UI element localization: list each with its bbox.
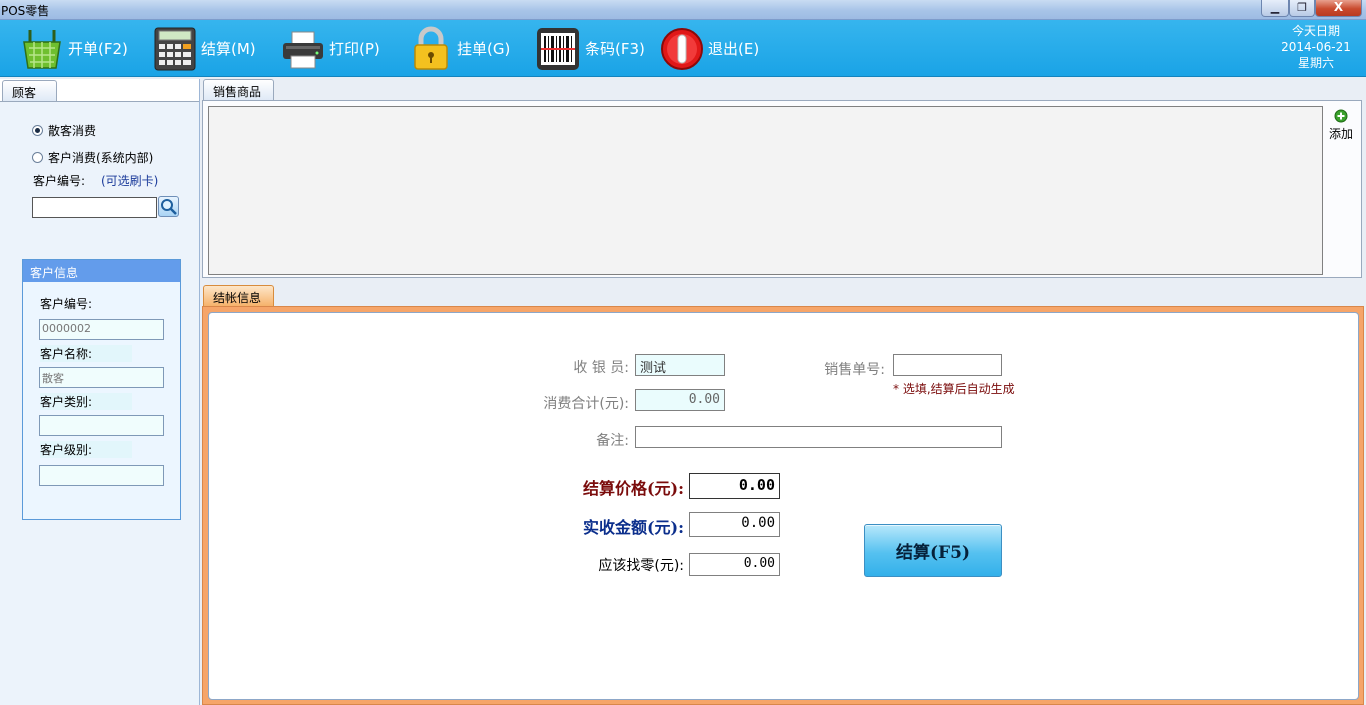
radio-member[interactable]: 客户消费(系统内部) bbox=[32, 149, 153, 166]
info-name-field[interactable]: 散客 bbox=[39, 367, 164, 388]
print-button[interactable]: 打印(P) bbox=[281, 20, 380, 77]
date-label: 今天日期 bbox=[1291, 24, 1340, 38]
info-type-label: 客户类别: bbox=[40, 393, 133, 410]
settle-button[interactable]: 结算(F5) bbox=[864, 524, 1002, 577]
printer-icon bbox=[283, 31, 323, 68]
sales-goods-panel: 添加 bbox=[202, 100, 1362, 278]
calculator-icon bbox=[154, 27, 196, 70]
barcode-icon bbox=[537, 27, 579, 70]
settle-price-label: 结算价格(元): bbox=[582, 479, 684, 498]
barcode-label: 条码(F3) bbox=[585, 40, 645, 58]
settlement-content: 收 银 员: 测试 销售单号: * 选填,结算后自动生成 消费合计(元): 0.… bbox=[208, 312, 1359, 700]
add-goods-button[interactable]: 添加 bbox=[1321, 109, 1361, 142]
lock-icon bbox=[414, 26, 448, 70]
customer-panel: 顾客 散客消费 客户消费(系统内部) 客户编号: (可选刷卡) 客户信息 客户编… bbox=[0, 79, 200, 705]
print-label: 打印(P) bbox=[329, 40, 380, 58]
order-no-field[interactable] bbox=[893, 354, 1002, 376]
toolbar: 开单(F2) 结算(M) 打印(P) 挂单(G) 条码(F3) 退出(E) 今天… bbox=[0, 20, 1366, 77]
exit-button[interactable]: 退出(E) bbox=[660, 20, 759, 77]
customer-info-title: 客户信息 bbox=[23, 260, 180, 282]
tab-sales-goods[interactable]: 销售商品 bbox=[203, 79, 274, 100]
hold-order-button[interactable]: 挂单(G) bbox=[409, 20, 510, 77]
customer-id-input[interactable] bbox=[32, 197, 157, 218]
add-icon bbox=[1334, 109, 1348, 123]
tab-settlement-info[interactable]: 结帐信息 bbox=[203, 285, 274, 306]
radio-walkin[interactable]: 散客消费 bbox=[32, 122, 96, 139]
cashier-field[interactable]: 测试 bbox=[635, 354, 725, 376]
order-no-hint: * 选填,结算后自动生成 bbox=[893, 382, 1015, 396]
radio-walkin-indicator[interactable] bbox=[32, 125, 43, 136]
minimize-button[interactable]: ▁ bbox=[1261, 0, 1289, 17]
exit-label: 退出(E) bbox=[708, 40, 760, 58]
customer-search-button[interactable] bbox=[158, 196, 179, 217]
customer-info-box: 客户信息 客户编号: 0000002 客户名称: 散客 客户类别: 客户级别: bbox=[22, 259, 181, 520]
radio-member-indicator[interactable] bbox=[32, 152, 43, 163]
date-value: 2014-06-21 bbox=[1281, 40, 1351, 54]
order-no-label: 销售单号: bbox=[824, 362, 885, 378]
weekday-value: 星期六 bbox=[1297, 56, 1334, 70]
change-label: 应该找零(元): bbox=[598, 558, 684, 574]
received-amount-label: 实收金额(元): bbox=[582, 518, 684, 537]
change-field[interactable]: 0.00 bbox=[689, 553, 780, 576]
close-button[interactable]: X bbox=[1315, 0, 1362, 17]
checkout-toolbar-button[interactable]: 结算(M) bbox=[153, 20, 256, 77]
search-icon bbox=[161, 199, 177, 215]
radio-walkin-label: 散客消费 bbox=[48, 124, 97, 138]
add-goods-label: 添加 bbox=[1328, 127, 1353, 141]
tab-customer[interactable]: 顾客 bbox=[2, 80, 57, 101]
new-order-button[interactable]: 开单(F2) bbox=[20, 20, 128, 77]
date-display: 今天日期 2014-06-21 星期六 bbox=[1276, 23, 1356, 71]
barcode-button[interactable]: 条码(F3) bbox=[535, 20, 645, 77]
info-name-label: 客户名称: bbox=[40, 345, 133, 362]
checkout-toolbar-label: 结算(M) bbox=[201, 40, 256, 58]
info-id-field[interactable]: 0000002 bbox=[39, 319, 164, 340]
title-bar: POS零售 ▁ ❐ X bbox=[0, 0, 1366, 20]
new-order-label: 开单(F2) bbox=[68, 40, 128, 58]
info-type-field[interactable] bbox=[39, 415, 164, 436]
settle-price-field[interactable]: 0.00 bbox=[689, 473, 780, 499]
remark-field[interactable] bbox=[635, 426, 1002, 448]
basket-icon bbox=[23, 29, 61, 69]
remark-label: 备注: bbox=[596, 433, 629, 449]
info-id-label: 客户编号: bbox=[40, 297, 93, 311]
sales-goods-grid[interactable] bbox=[208, 106, 1323, 275]
total-label: 消费合计(元): bbox=[543, 396, 629, 412]
radio-member-label: 客户消费(系统内部) bbox=[48, 151, 154, 165]
cashier-label: 收 银 员: bbox=[573, 360, 629, 376]
customer-id-label: 客户编号: bbox=[33, 174, 86, 188]
window-title: POS零售 bbox=[1, 4, 50, 18]
info-level-field[interactable] bbox=[39, 465, 164, 486]
hold-order-label: 挂单(G) bbox=[457, 40, 511, 58]
customer-id-hint: (可选刷卡) bbox=[101, 174, 159, 188]
info-level-label: 客户级别: bbox=[40, 441, 133, 458]
maximize-button[interactable]: ❐ bbox=[1289, 0, 1315, 17]
power-icon bbox=[661, 27, 703, 70]
received-amount-field[interactable]: 0.00 bbox=[689, 512, 780, 537]
settlement-panel: 收 银 员: 测试 销售单号: * 选填,结算后自动生成 消费合计(元): 0.… bbox=[202, 306, 1364, 705]
total-field[interactable]: 0.00 bbox=[635, 389, 725, 411]
